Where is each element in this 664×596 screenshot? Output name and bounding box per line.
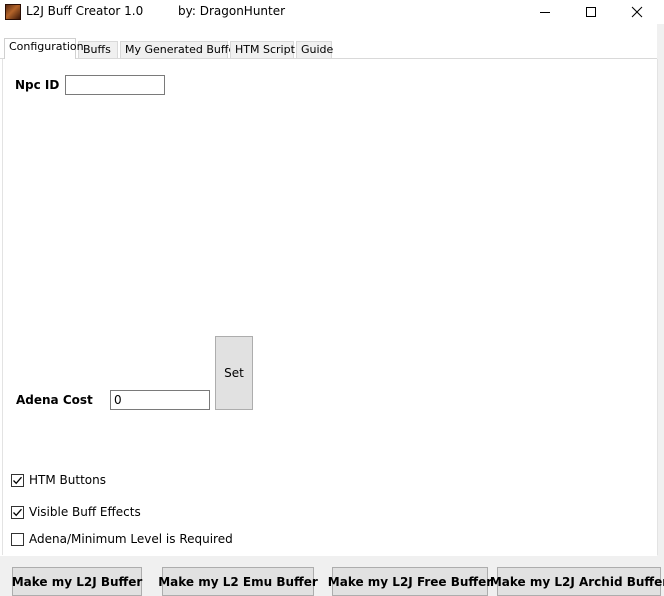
checkmark-icon (13, 508, 22, 516)
tab-configuration[interactable]: Configuration (4, 38, 84, 59)
close-icon (631, 6, 643, 18)
make-l2j-buffer-button[interactable]: Make my L2J Buffer (12, 567, 142, 596)
window-title: L2J Buff Creator 1.0 (26, 4, 144, 18)
tab-buffs[interactable]: Buffs (78, 41, 118, 58)
visible-buff-effects-label: Visible Buff Effects (29, 505, 141, 519)
set-button-label: Set (224, 366, 244, 380)
make-l2-emu-buffer-label: Make my L2 Emu Buffer (158, 574, 318, 589)
maximize-icon (586, 7, 596, 17)
adena-cost-input[interactable] (110, 390, 210, 410)
npc-id-input[interactable] (65, 75, 165, 95)
adena-min-level-checkbox-row[interactable]: Adena/Minimum Level is Required (11, 532, 233, 546)
npc-id-label: Npc ID (15, 78, 60, 92)
app-window: L2J Buff Creator 1.0 by: DragonHunter Co… (0, 0, 664, 596)
close-button[interactable] (614, 0, 660, 24)
tab-htm-script[interactable]: HTM Script (230, 41, 295, 58)
window-right-edge (657, 24, 664, 556)
set-button[interactable]: Set (215, 336, 253, 410)
tab-my-generated-buffer[interactable]: My Generated Buffer (120, 41, 240, 58)
make-l2-emu-buffer-button[interactable]: Make my L2 Emu Buffer (158, 567, 318, 596)
tab-guide[interactable]: Guide (296, 41, 333, 58)
minimize-button[interactable] (522, 0, 568, 24)
adena-cost-label: Adena Cost (16, 393, 93, 407)
make-l2j-archid-buffer-label: Make my L2J Archid Buffer (489, 574, 664, 589)
maximize-button[interactable] (568, 0, 614, 24)
htm-buttons-checkbox-row[interactable]: HTM Buttons (11, 473, 106, 487)
htm-buttons-checkbox[interactable] (11, 473, 24, 487)
visible-buff-effects-checkbox-row[interactable]: Visible Buff Effects (11, 505, 141, 519)
visible-buff-effects-checkbox[interactable] (11, 505, 24, 519)
make-l2j-buffer-label: Make my L2J Buffer (11, 574, 143, 589)
minimize-icon (540, 12, 550, 13)
author-credit: by: DragonHunter (178, 4, 286, 18)
make-l2j-free-buffer-button[interactable]: Make my L2J Free Buffer (328, 567, 492, 596)
make-l2j-archid-buffer-button[interactable]: Make my L2J Archid Buffer (490, 567, 664, 596)
app-logo-icon (5, 4, 21, 20)
title-bar: L2J Buff Creator 1.0 by: DragonHunter (0, 0, 664, 24)
htm-buttons-label: HTM Buttons (29, 473, 106, 487)
adena-min-level-checkbox[interactable] (11, 532, 24, 546)
make-l2j-free-buffer-label: Make my L2J Free Buffer (327, 574, 493, 589)
checkmark-icon (13, 476, 22, 484)
adena-min-level-label: Adena/Minimum Level is Required (29, 532, 233, 546)
